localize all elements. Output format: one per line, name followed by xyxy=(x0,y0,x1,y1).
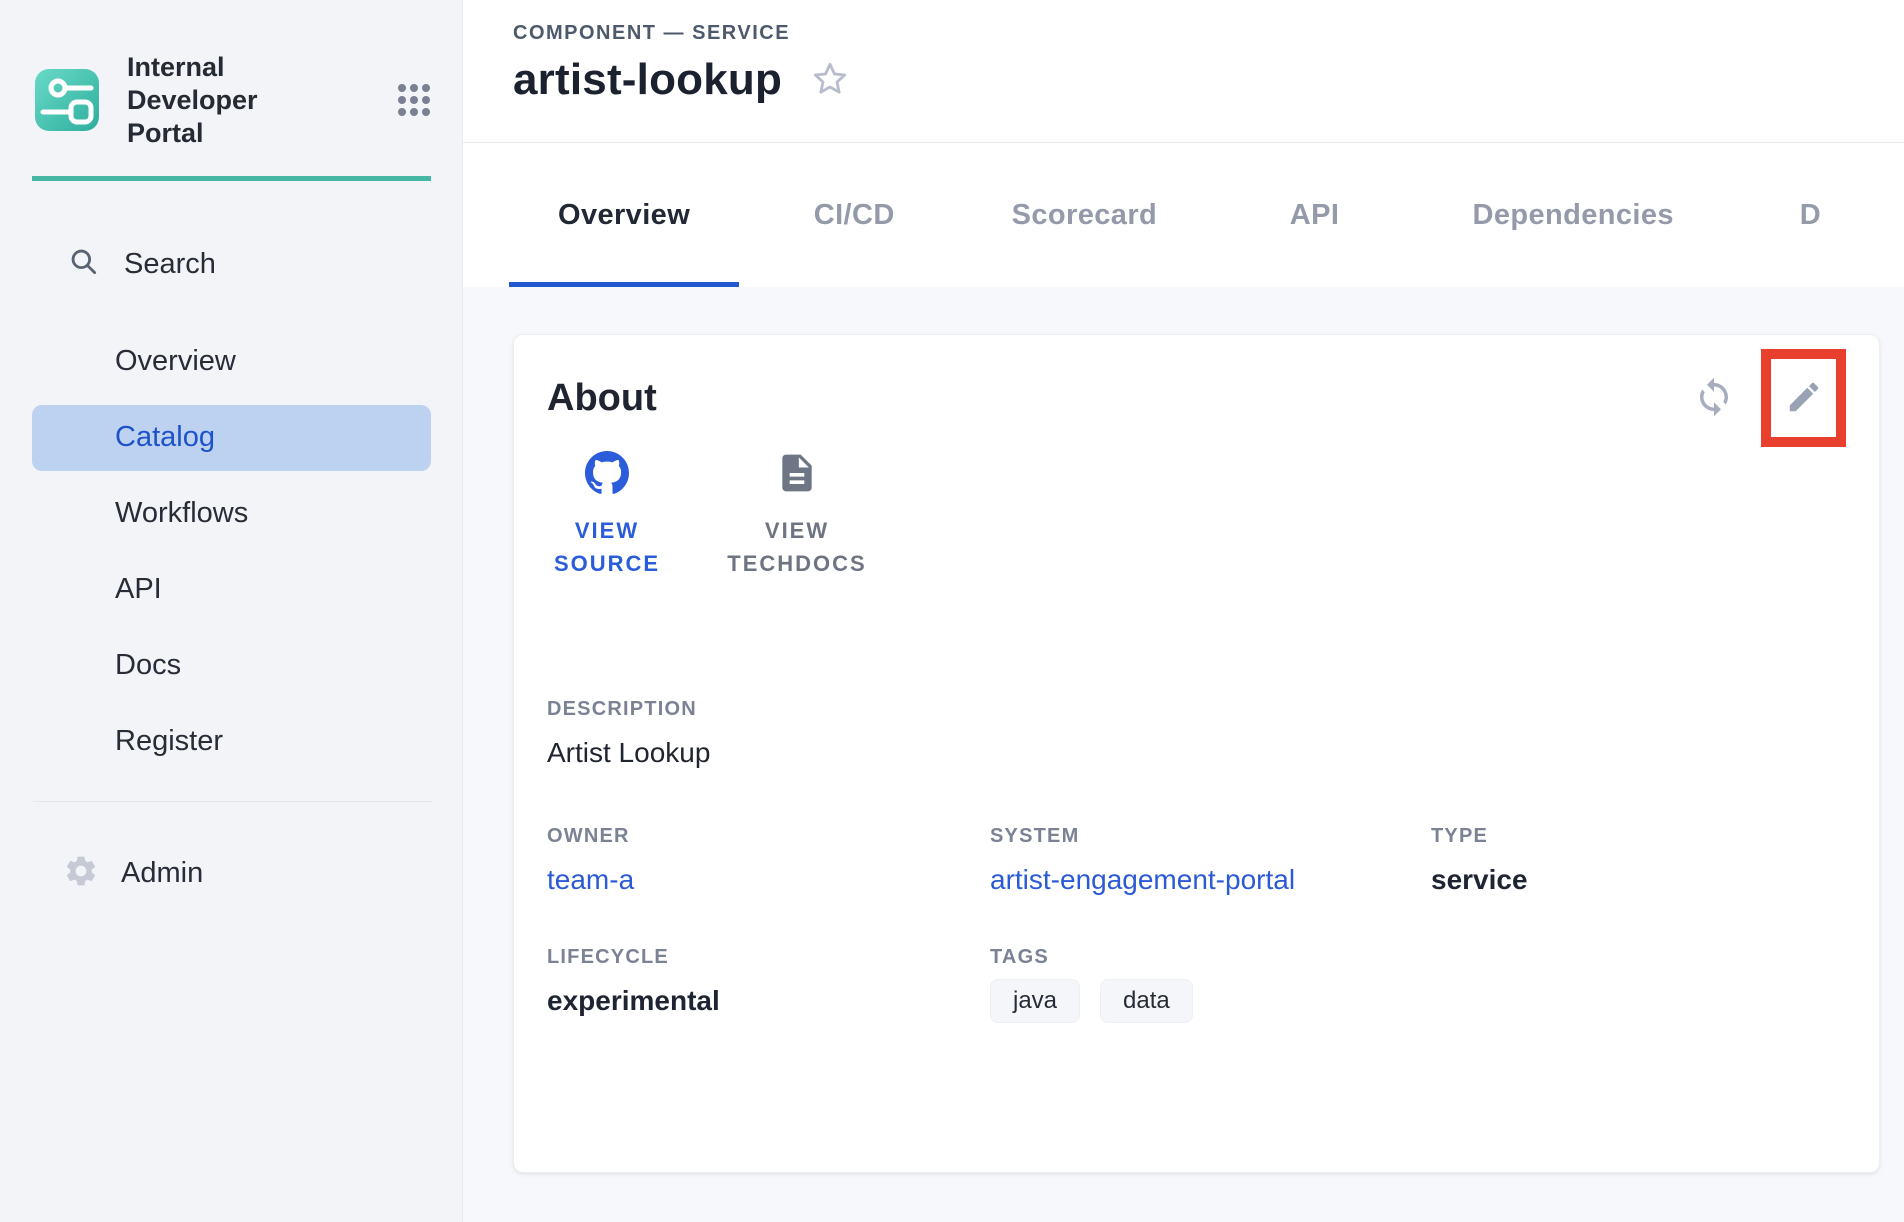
view-techdocs-label: VIEW TECHDOCS xyxy=(727,514,866,580)
tags-label: TAGS xyxy=(990,946,1846,969)
app-title: Internal Developer Portal xyxy=(127,51,337,150)
view-source-label: VIEW SOURCE xyxy=(547,514,667,580)
breadcrumb: COMPONENT — SERVICE xyxy=(513,22,1904,45)
tab-overview[interactable]: Overview xyxy=(509,143,739,287)
tab-api[interactable]: API xyxy=(1199,143,1429,287)
sidebar-item-workflows[interactable]: Workflows xyxy=(32,481,431,547)
tab-scorecard[interactable]: Scorecard xyxy=(969,143,1199,287)
edit-pencil-icon xyxy=(1785,378,1823,419)
tab-truncated[interactable]: D xyxy=(1717,143,1904,287)
refresh-icon xyxy=(1693,376,1735,421)
lifecycle-label: LIFECYCLE xyxy=(547,946,990,969)
main-area: COMPONENT — SERVICE artist-lookup Overvi… xyxy=(463,0,1904,1222)
owner-link[interactable]: team-a xyxy=(547,862,634,898)
entity-header: COMPONENT — SERVICE artist-lookup xyxy=(463,0,1904,143)
star-outline-icon xyxy=(810,59,850,102)
gear-icon xyxy=(63,853,99,894)
about-card-title: About xyxy=(547,377,657,420)
sidebar-item-search[interactable]: Search xyxy=(32,243,431,287)
sidebar-item-label: Admin xyxy=(121,857,203,890)
type-field: TYPE service xyxy=(1431,825,1846,898)
github-icon xyxy=(585,451,629,500)
refresh-button[interactable] xyxy=(1693,376,1735,421)
system-label: SYSTEM xyxy=(990,825,1431,848)
sidebar-divider-teal xyxy=(32,176,431,181)
description-label: DESCRIPTION xyxy=(547,698,1846,721)
edit-metadata-button[interactable] xyxy=(1785,378,1823,419)
lifecycle-value: experimental xyxy=(547,983,990,1019)
owner-label: OWNER xyxy=(547,825,990,848)
portal-logo-icon xyxy=(35,69,99,131)
sidebar-item-api[interactable]: API xyxy=(32,557,431,623)
tab-content: About xyxy=(463,287,1904,1222)
tag-chip[interactable]: data xyxy=(1100,979,1193,1023)
logo-row: Internal Developer Portal xyxy=(0,0,462,150)
favorite-star-button[interactable] xyxy=(808,58,852,102)
sidebar-divider xyxy=(33,801,432,802)
tag-chip[interactable]: java xyxy=(990,979,1080,1023)
sidebar-item-label: Search xyxy=(124,248,216,281)
sidebar-menu: Overview Catalog Workflows API Docs Regi… xyxy=(0,329,462,775)
system-field: SYSTEM artist-engagement-portal xyxy=(990,825,1431,898)
app-window: Internal Developer Portal Search Overvie… xyxy=(0,0,1904,1222)
sidebar-item-admin[interactable]: Admin xyxy=(32,844,431,904)
view-source-link[interactable]: VIEW SOURCE xyxy=(547,451,667,580)
description-value: Artist Lookup xyxy=(547,735,1846,771)
lifecycle-field: LIFECYCLE experimental xyxy=(547,946,990,1023)
search-icon xyxy=(68,246,100,283)
type-value: service xyxy=(1431,862,1846,898)
sidebar-item-overview[interactable]: Overview xyxy=(32,329,431,395)
document-icon xyxy=(775,451,819,500)
apps-grid-icon[interactable] xyxy=(394,80,434,120)
tab-dependencies[interactable]: Dependencies xyxy=(1430,143,1717,287)
tags-field: TAGS java data xyxy=(990,946,1846,1023)
sidebar-item-register[interactable]: Register xyxy=(32,709,431,775)
highlight-box xyxy=(1761,349,1846,447)
view-techdocs-link[interactable]: VIEW TECHDOCS xyxy=(737,451,857,580)
sidebar-item-catalog[interactable]: Catalog xyxy=(32,405,431,471)
type-label: TYPE xyxy=(1431,825,1846,848)
about-card: About xyxy=(513,334,1880,1173)
entity-tabs: Overview CI/CD Scorecard API Dependencie… xyxy=(463,143,1904,287)
owner-field: OWNER team-a xyxy=(547,825,990,898)
tab-cicd[interactable]: CI/CD xyxy=(739,143,969,287)
page-title: artist-lookup xyxy=(513,55,782,105)
sidebar: Internal Developer Portal Search Overvie… xyxy=(0,0,463,1222)
sidebar-item-docs[interactable]: Docs xyxy=(32,633,431,699)
system-link[interactable]: artist-engagement-portal xyxy=(990,862,1295,898)
